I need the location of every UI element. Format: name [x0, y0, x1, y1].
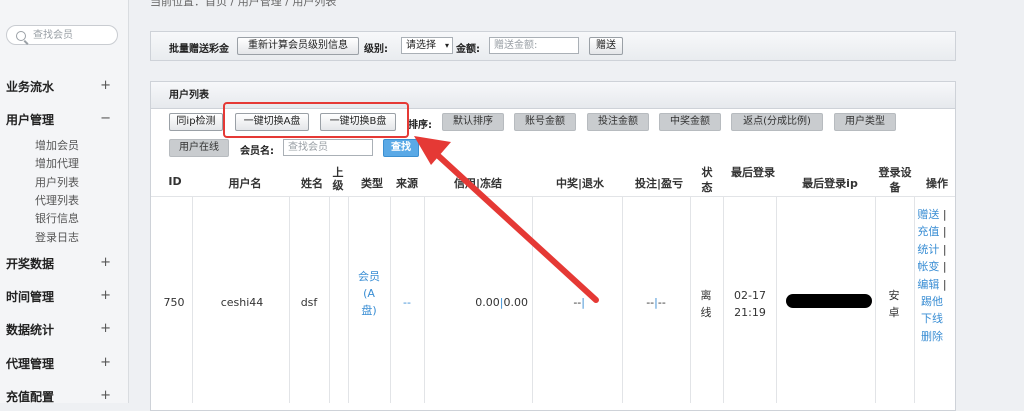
annotation-arrow-icon — [414, 136, 599, 303]
